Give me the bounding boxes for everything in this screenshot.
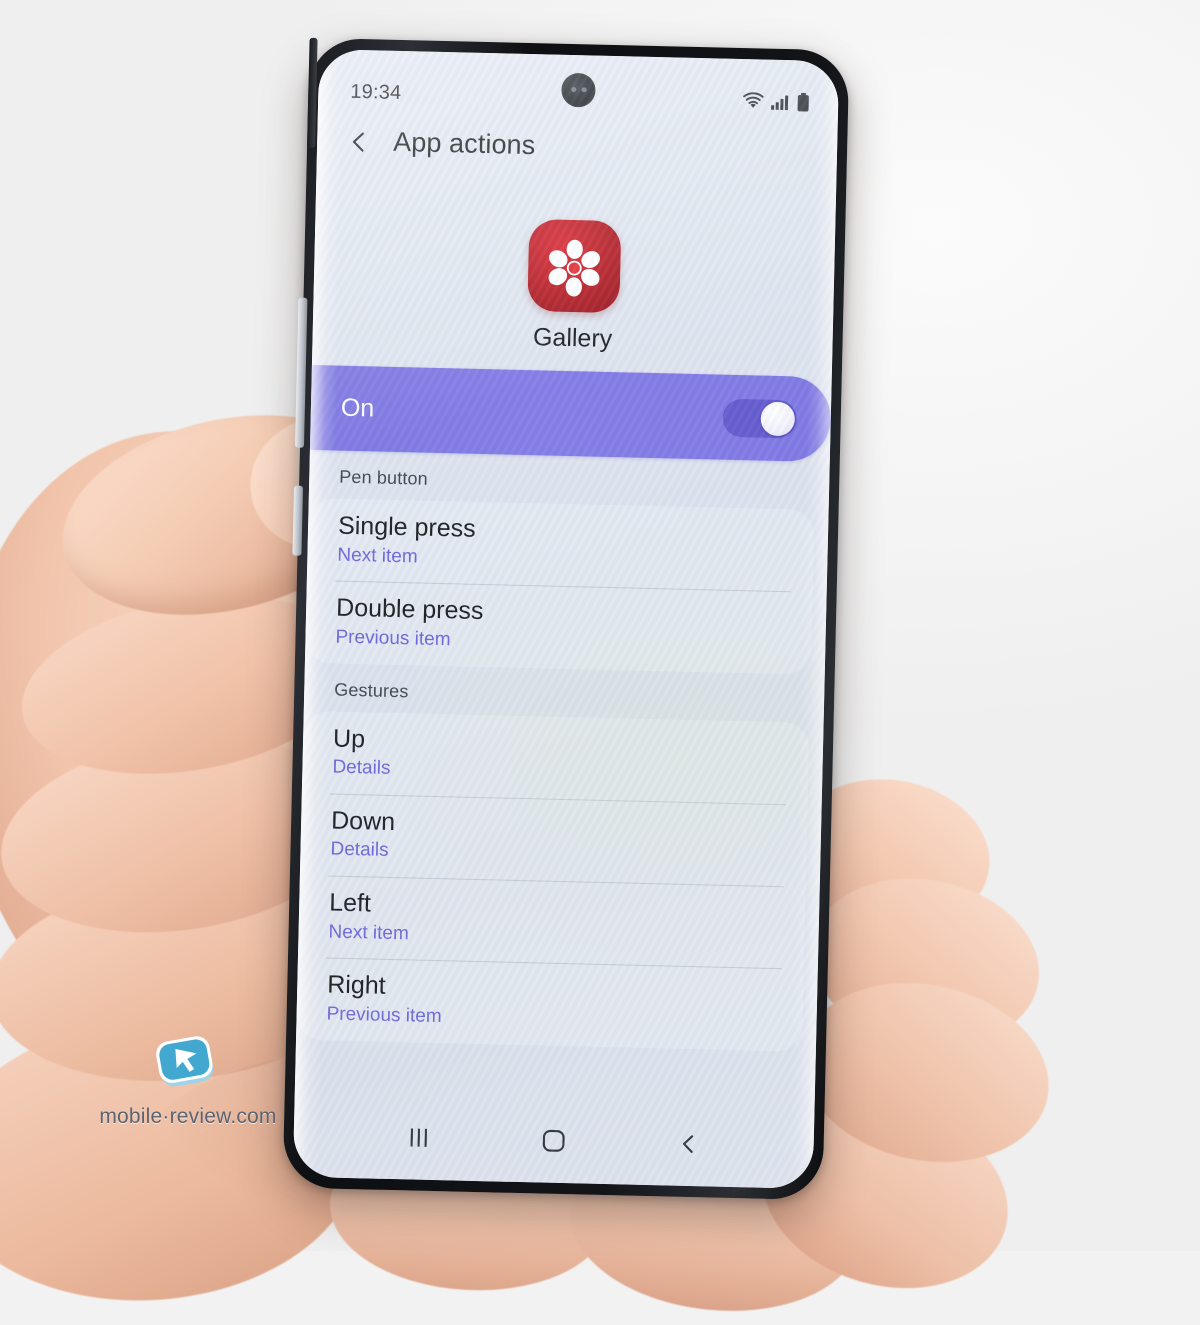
power-button[interactable] bbox=[292, 485, 304, 556]
settings-app-actions-screen: 19:34 App actions Gallery On Pen button … bbox=[292, 49, 840, 1189]
master-toggle-label: On bbox=[340, 393, 375, 423]
phone-device: 19:34 App actions Gallery On Pen button … bbox=[282, 37, 850, 1201]
watermark-text: mobile·review.com bbox=[99, 1105, 277, 1128]
section-card-gestures: Up Details Down Details Left Next item R… bbox=[296, 710, 810, 1052]
cellular-signal-icon bbox=[770, 93, 790, 111]
recents-bars-icon[interactable] bbox=[387, 1115, 452, 1160]
master-toggle-row[interactable]: On bbox=[309, 364, 832, 463]
right-side-edge bbox=[307, 37, 318, 148]
battery-icon bbox=[796, 92, 810, 112]
gallery-app-icon bbox=[527, 219, 622, 314]
android-navigation-bar bbox=[293, 1099, 815, 1189]
list-item[interactable]: Left Next item bbox=[298, 875, 806, 969]
list-item[interactable]: Double press Previous item bbox=[305, 580, 813, 674]
list-item[interactable]: Right Previous item bbox=[296, 957, 804, 1051]
status-clock: 19:34 bbox=[350, 80, 402, 104]
master-toggle-switch[interactable] bbox=[722, 398, 798, 438]
front-camera-punch-hole bbox=[561, 72, 596, 108]
status-system-icons bbox=[742, 91, 810, 113]
page-title: App actions bbox=[392, 126, 536, 161]
list-item[interactable]: Single press Next item bbox=[307, 498, 815, 592]
back-chevron-icon[interactable] bbox=[656, 1121, 721, 1166]
app-hero: Gallery bbox=[312, 156, 837, 377]
app-name-label: Gallery bbox=[532, 323, 613, 354]
phone-screen: 19:34 App actions Gallery On Pen button … bbox=[292, 49, 840, 1189]
back-chevron-icon[interactable] bbox=[347, 129, 372, 154]
list-item[interactable]: Down Details bbox=[300, 793, 808, 887]
section-card-pen-button: Single press Next item Double press Prev… bbox=[304, 497, 815, 675]
toggle-knob bbox=[760, 401, 796, 436]
list-item[interactable]: Up Details bbox=[302, 710, 810, 804]
status-bar: 19:34 bbox=[318, 49, 840, 131]
home-square-icon[interactable] bbox=[521, 1118, 586, 1163]
settings-list[interactable]: Pen button Single press Next item Double… bbox=[295, 450, 830, 1111]
mobile-review-cursor-logo bbox=[150, 1030, 226, 1100]
wifi-icon bbox=[742, 92, 764, 111]
watermark: mobile·review.com bbox=[78, 1030, 298, 1129]
